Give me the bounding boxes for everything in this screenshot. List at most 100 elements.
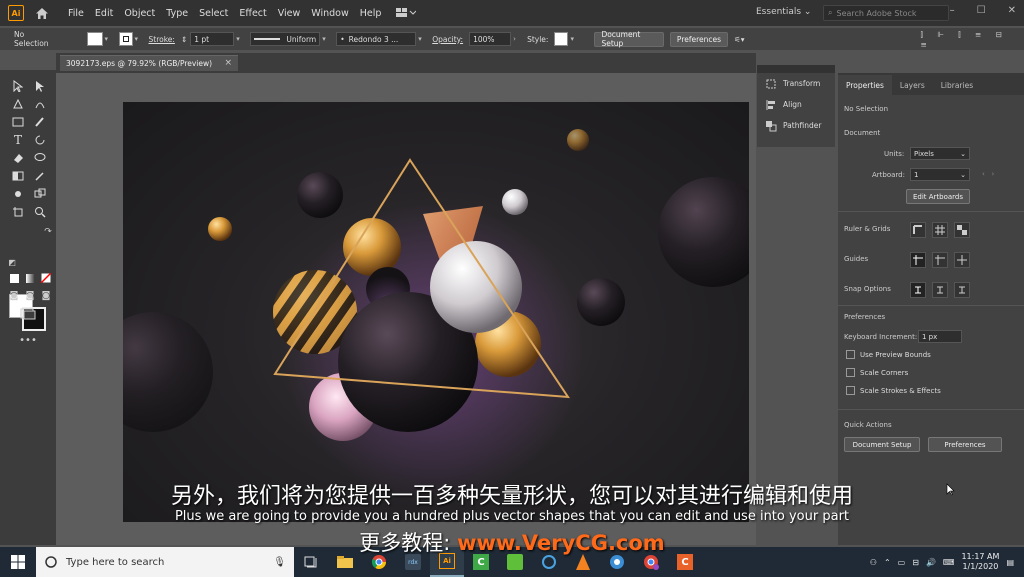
menu-type[interactable]: Type [166, 8, 188, 19]
tab-layers[interactable]: Layers [892, 75, 933, 95]
shape-builder-tool-icon[interactable] [32, 186, 48, 202]
quick-preferences-button[interactable]: Preferences [928, 437, 1002, 452]
scale-strokes-checkbox[interactable]: Scale Strokes & Effects [846, 386, 941, 395]
select-similar-icon[interactable]: ⚟▾ [734, 35, 745, 44]
align-panel-button[interactable]: Align [757, 94, 835, 115]
opacity-input[interactable]: 100% [469, 32, 512, 46]
swap-fill-stroke-icon[interactable]: ↷ [40, 224, 56, 240]
close-tab-icon[interactable]: × [224, 58, 232, 68]
type-tool-icon[interactable]: T [10, 132, 26, 148]
menu-file[interactable]: File [68, 8, 84, 19]
screen-mode-icon[interactable] [20, 306, 36, 322]
snap-to-pixel-icon[interactable] [954, 282, 970, 298]
panel-collapse-bar[interactable] [757, 65, 835, 73]
stroke-color-control[interactable]: ▾ [118, 32, 143, 46]
lasso-tool-icon[interactable] [32, 150, 48, 166]
fill-control[interactable]: ▾ [86, 32, 113, 46]
transform-panel-button[interactable]: Transform [757, 73, 835, 94]
menu-select[interactable]: Select [199, 8, 228, 19]
keyboard-increment-input[interactable]: 1 px [918, 330, 962, 343]
menu-help[interactable]: Help [360, 8, 382, 19]
style-swatch[interactable] [554, 32, 569, 46]
default-colors-icon[interactable]: ◩ [4, 254, 20, 270]
chevron-down-icon[interactable]: ▾ [570, 35, 578, 43]
close-icon[interactable]: ✕ [1008, 5, 1016, 16]
chevron-up-icon[interactable]: ⌃ [884, 558, 891, 567]
menu-edit[interactable]: Edit [95, 8, 113, 19]
stroke-weight-field[interactable]: ⇕ 1 pt ▾ [181, 32, 244, 46]
rectangle-tool-icon[interactable] [10, 114, 26, 130]
eyedropper-tool-icon[interactable] [32, 168, 48, 184]
menu-object[interactable]: Object [124, 8, 155, 19]
people-icon[interactable]: ⚇ [870, 558, 877, 567]
chevron-down-icon[interactable]: ▾ [236, 35, 244, 43]
pathfinder-panel-button[interactable]: Pathfinder [757, 115, 835, 136]
notifications-icon[interactable]: ▤ [1006, 558, 1014, 567]
fill-swatch[interactable] [86, 32, 103, 46]
chevron-down-icon[interactable]: ▾ [418, 35, 426, 43]
edit-toolbar-icon[interactable]: ••• [19, 332, 37, 348]
document-tab[interactable]: 3092173.eps @ 79.92% (RGB/Preview) × [60, 55, 238, 71]
smart-guides-icon[interactable] [954, 252, 970, 268]
workspace-switcher[interactable]: Essentials ⌄ [756, 7, 811, 17]
adobe-stock-search[interactable]: ⌕ Search Adobe Stock [823, 5, 949, 21]
gradient-tool-icon[interactable] [10, 168, 26, 184]
color-mode-icon[interactable] [6, 270, 22, 286]
microphone-icon[interactable]: 🎙 [273, 557, 286, 568]
opacity-field[interactable]: 100% › [469, 32, 521, 46]
home-icon[interactable] [34, 5, 50, 21]
artboard-nav-icons[interactable]: ‹ › [982, 170, 994, 178]
artboard-tool-icon[interactable] [10, 204, 26, 220]
lock-guides-icon[interactable] [932, 252, 948, 268]
snap-to-grid-icon[interactable] [932, 282, 948, 298]
style-control[interactable]: ▾ [554, 32, 578, 46]
draw-normal-icon[interactable]: ◙ [6, 288, 22, 304]
align-icons[interactable]: ⫿ ⊩ ⫿ ≡ ⊟ ≡ [921, 30, 1018, 49]
rulers-icon[interactable] [910, 222, 926, 238]
chevron-down-icon[interactable]: ▾ [135, 35, 143, 43]
stepper-icon[interactable]: ⇕ [181, 35, 187, 44]
rotate-tool-icon[interactable] [32, 132, 48, 148]
stroke-swatch[interactable] [118, 32, 133, 46]
none-mode-icon[interactable] [38, 270, 54, 286]
show-guides-icon[interactable] [910, 252, 926, 268]
arrange-documents-icon[interactable] [396, 6, 418, 20]
direct-selection-tool-icon[interactable] [32, 78, 48, 94]
battery-icon[interactable]: ▭ [898, 558, 906, 567]
variable-width-profile[interactable]: Uniform ▾ [250, 32, 330, 46]
artboard[interactable] [123, 102, 749, 522]
transparency-grid-icon[interactable] [954, 222, 970, 238]
zoom-tool-icon[interactable] [32, 204, 48, 220]
preferences-button[interactable]: Preferences [669, 31, 729, 47]
menu-window[interactable]: Window [311, 8, 348, 19]
draw-behind-icon[interactable]: ◙ [22, 288, 38, 304]
brush-definition[interactable]: • Redondo 3 ... ▾ [336, 32, 426, 46]
puppet-warp-tool-icon[interactable] [10, 186, 26, 202]
paintbrush-tool-icon[interactable] [32, 114, 48, 130]
network-icon[interactable]: ⊟ [912, 558, 919, 567]
eraser-tool-icon[interactable] [10, 150, 26, 166]
edit-artboards-button[interactable]: Edit Artboards [906, 189, 970, 204]
gradient-mode-icon[interactable] [22, 270, 38, 286]
menu-view[interactable]: View [278, 8, 301, 19]
tab-properties[interactable]: Properties [838, 75, 892, 95]
curvature-tool-icon[interactable] [32, 96, 48, 112]
grid-icon[interactable] [932, 222, 948, 238]
document-setup-button[interactable]: Document Setup [594, 30, 664, 48]
pen-tool-icon[interactable] [10, 96, 26, 112]
scale-corners-checkbox[interactable]: Scale Corners [846, 368, 908, 377]
minimize-icon[interactable]: – [950, 5, 955, 16]
menu-effect[interactable]: Effect [239, 8, 266, 19]
units-select[interactable]: Pixels ⌄ [910, 147, 970, 160]
quick-document-setup-button[interactable]: Document Setup [844, 437, 920, 452]
artboard-select[interactable]: 1 ⌄ [910, 168, 970, 181]
snap-to-point-icon[interactable] [910, 282, 926, 298]
selection-tool-icon[interactable] [10, 78, 26, 94]
stroke-weight-input[interactable]: 1 pt [190, 32, 235, 46]
keyboard-icon[interactable]: ⌨ [943, 558, 955, 567]
use-preview-bounds-checkbox[interactable]: Use Preview Bounds [846, 350, 931, 359]
chevron-right-icon[interactable]: › [513, 35, 521, 43]
draw-inside-icon[interactable]: ◙ [38, 288, 54, 304]
chevron-down-icon[interactable]: ▾ [105, 35, 113, 43]
chevron-down-icon[interactable]: ▾ [322, 35, 330, 43]
